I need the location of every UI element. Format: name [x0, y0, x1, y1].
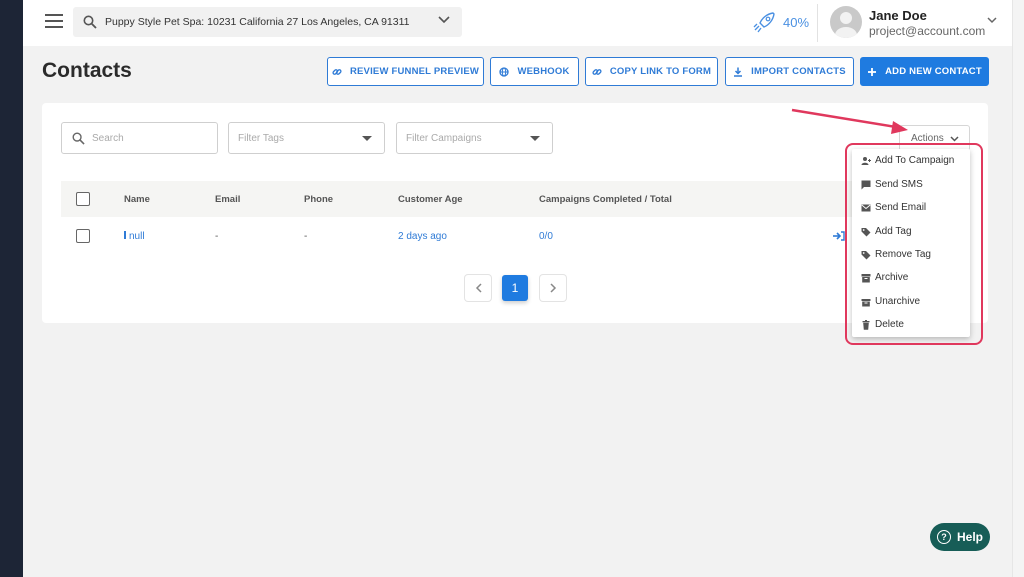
menu-item-label: Unarchive: [875, 296, 921, 307]
import-contacts-button[interactable]: IMPORT CONTACTS: [725, 57, 854, 86]
import-contacts-label: IMPORT CONTACTS: [751, 66, 846, 77]
column-header-phone: Phone: [304, 194, 334, 205]
menu-item-archive[interactable]: Archive: [852, 267, 970, 289]
copy-link-label: COPY LINK TO FORM: [609, 66, 712, 77]
add-new-contact-button[interactable]: ADD NEW CONTACT: [860, 57, 989, 86]
tag-icon: [861, 228, 871, 237]
row-checkbox[interactable]: [76, 229, 90, 243]
contact-email: -: [215, 231, 219, 242]
progress-value: 40%: [783, 14, 810, 30]
filter-tags-select[interactable]: Filter Tags: [228, 122, 385, 154]
menu-item-label: Remove Tag: [875, 249, 931, 260]
prev-page-button[interactable]: [465, 275, 491, 301]
globe-icon: [499, 66, 510, 77]
menu-item-label: Send SMS: [875, 179, 923, 190]
contact-phone: -: [304, 231, 308, 242]
envelope-icon: [861, 204, 871, 212]
search-input[interactable]: Search: [61, 122, 218, 154]
download-icon: [734, 67, 743, 77]
archive-icon: [861, 274, 871, 283]
menu-item-remove-tag[interactable]: Remove Tag: [852, 244, 970, 266]
menu-item-label: Send Email: [875, 202, 927, 213]
menu-item-add-to-campaign[interactable]: Add To Campaign: [852, 150, 970, 172]
location-label: Puppy Style Pet Spa: 10231 California 27…: [105, 16, 410, 28]
chevron-down-icon[interactable]: [987, 17, 997, 24]
user-name: Jane Doe: [869, 8, 927, 23]
menu-item-unarchive[interactable]: Unarchive: [852, 291, 970, 313]
menu-item-send-email[interactable]: Send Email: [852, 197, 970, 219]
help-button[interactable]: ? Help: [930, 523, 990, 551]
column-header-name: Name: [124, 194, 150, 205]
question-icon: ?: [936, 530, 951, 544]
column-header-campaigns: Campaigns Completed / Total: [539, 194, 672, 205]
filter-campaigns-select[interactable]: Filter Campaigns: [396, 122, 553, 154]
sign-in-icon[interactable]: [833, 231, 845, 244]
column-header-email: Email: [215, 194, 241, 205]
menu-icon[interactable]: [45, 14, 63, 28]
location-select[interactable]: Puppy Style Pet Spa: 10231 California 27…: [73, 7, 462, 37]
search-placeholder: Search: [92, 132, 124, 144]
menu-item-delete[interactable]: Delete: [852, 314, 970, 336]
menu-item-label: Archive: [875, 272, 909, 283]
message-icon: [861, 180, 871, 190]
setup-progress[interactable]: 40%: [753, 10, 809, 34]
link-icon: [592, 68, 602, 75]
top-bar: Puppy Style Pet Spa: 10231 California 27…: [23, 0, 1012, 46]
column-header-customer-age: Customer Age: [398, 194, 463, 205]
menu-item-label: Delete: [875, 319, 904, 330]
menu-item-label: Add To Campaign: [875, 155, 955, 166]
select-all-checkbox[interactable]: [76, 192, 90, 206]
menu-item-add-tag[interactable]: Add Tag: [852, 221, 970, 243]
help-label: Help: [956, 530, 983, 544]
divider: [817, 4, 818, 42]
page-title: Contacts: [42, 59, 132, 82]
chevron-right-icon: [549, 283, 556, 293]
add-new-contact-label: ADD NEW CONTACT: [885, 66, 982, 77]
contact-customer-age: 2 days ago: [398, 231, 447, 242]
webhook-label: WEBHOOK: [517, 66, 570, 77]
link-icon: [332, 68, 342, 75]
search-icon: [72, 132, 85, 145]
rocket-icon: [753, 12, 775, 33]
tag-icon: [861, 251, 871, 260]
next-page-button[interactable]: [540, 275, 566, 301]
contact-campaigns: 0/0: [539, 231, 553, 242]
page-button-current[interactable]: 1: [502, 275, 528, 301]
user-plus-icon: [861, 157, 871, 165]
chevron-left-icon: [475, 283, 482, 293]
menu-item-label: Add Tag: [875, 226, 912, 237]
scrollbar[interactable]: [1012, 0, 1024, 577]
trash-icon: [862, 320, 870, 330]
actions-label: Actions: [911, 132, 944, 144]
contact-name-link[interactable]: null: [124, 231, 145, 242]
user-silhouette-icon: [835, 12, 857, 38]
chevron-down-icon: [950, 136, 959, 142]
contact-icon: [124, 231, 126, 239]
actions-menu: Add To Campaign Send SMS Send Email Add …: [852, 149, 970, 337]
plus-icon: [868, 67, 877, 76]
sidebar-strip: [0, 0, 23, 577]
filter-tags-placeholder: Filter Tags: [238, 132, 284, 144]
search-icon: [83, 15, 97, 29]
review-funnel-preview-button[interactable]: REVIEW FUNNEL PREVIEW: [327, 57, 484, 86]
menu-item-send-sms[interactable]: Send SMS: [852, 174, 970, 196]
caret-down-icon: [362, 136, 372, 141]
avatar[interactable]: [830, 6, 862, 38]
caret-down-icon: [530, 136, 540, 141]
contact-name: null: [129, 231, 145, 242]
webhook-button[interactable]: WEBHOOK: [490, 57, 579, 86]
chevron-down-icon: [438, 16, 450, 24]
actions-button[interactable]: Actions: [899, 125, 970, 151]
review-funnel-label: REVIEW FUNNEL PREVIEW: [349, 66, 480, 77]
user-email: project@account.com: [869, 24, 986, 38]
filter-campaigns-placeholder: Filter Campaigns: [406, 132, 482, 144]
unarchive-icon: [861, 299, 871, 307]
copy-link-button[interactable]: COPY LINK TO FORM: [585, 57, 718, 86]
